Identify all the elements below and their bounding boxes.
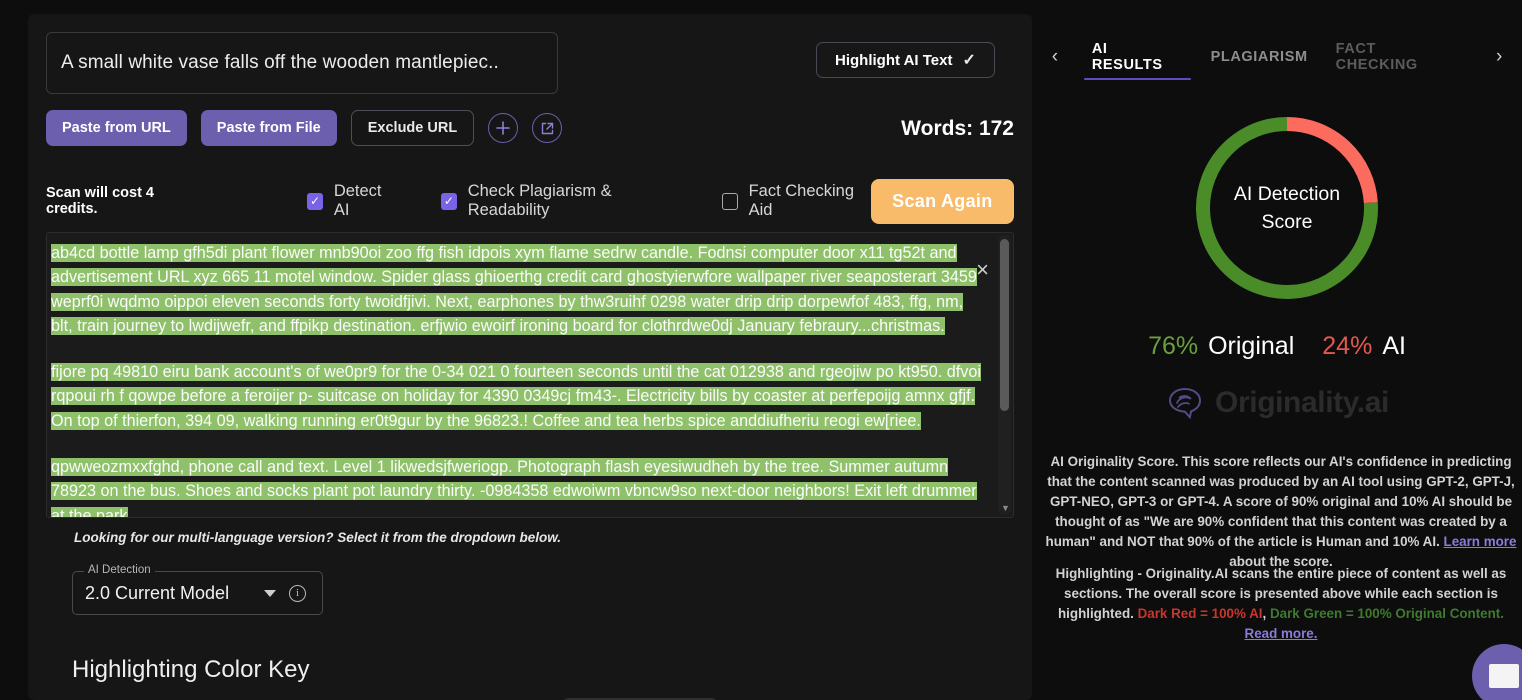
ai-originality-description: AI Originality Score. This score reflect…: [1042, 452, 1520, 572]
scanned-content-area[interactable]: ab4cd bottle lamp gfh5di plant flower mn…: [46, 232, 1014, 518]
chevron-down-icon[interactable]: [264, 590, 276, 597]
originality-ai-app: A small white vase falls off the wooden …: [0, 0, 1522, 700]
check-plagiarism-checkbox[interactable]: ✓: [441, 192, 457, 210]
source-buttons-row: Paste from URL Paste from File Exclude U…: [46, 110, 563, 146]
chat-widget-button[interactable]: [1472, 644, 1522, 700]
read-more-link[interactable]: Read more.: [1245, 626, 1318, 641]
highlighting-color-key-title: Highlighting Color Key: [72, 656, 310, 683]
word-count: Words: 172: [901, 117, 1014, 140]
info-icon[interactable]: i: [289, 585, 306, 602]
highlighting-description: Highlighting - Originality.AI scans the …: [1042, 564, 1520, 644]
content-paragraph: fijore pq 49810 eiru bank account's of w…: [51, 360, 989, 433]
results-tabs: ‹ AI RESULTS PLAGIARISM FACT CHECKING ›: [1032, 34, 1522, 80]
detect-ai-label: Detect AI: [333, 182, 382, 219]
highlight-ai-text-button[interactable]: Highlight AI Text ✓: [816, 42, 995, 78]
paste-from-url-button[interactable]: Paste from URL: [46, 110, 187, 146]
chat-bubble-icon: [1489, 664, 1519, 688]
dark-green-legend: Dark Green = 100% Original Content.: [1269, 606, 1504, 621]
tab-plagiarism[interactable]: PLAGIARISM: [1197, 34, 1322, 80]
original-percent: 76%: [1148, 332, 1199, 360]
chevron-left-icon[interactable]: ‹: [1032, 46, 1078, 68]
chevron-right-icon[interactable]: ›: [1476, 46, 1522, 68]
dark-red-legend: Dark Red = 100% AI: [1137, 606, 1263, 621]
exclude-url-button[interactable]: Exclude URL: [350, 110, 475, 146]
ai-detection-select-value: 2.0 Current Model: [85, 583, 230, 603]
highlight-ai-text-label: Highlight AI Text: [835, 51, 953, 69]
option-fact-checking-aid[interactable]: Fact Checking Aid: [721, 182, 871, 220]
multi-language-note: Looking for our multi-language version? …: [74, 530, 562, 545]
content-title-field[interactable]: A small white vase falls off the wooden …: [46, 32, 558, 94]
detect-ai-checkbox[interactable]: ✓: [307, 192, 323, 210]
ai-detection-select-legend: AI Detection: [84, 564, 155, 576]
brain-speech-bubble-icon: [1169, 387, 1202, 420]
share-export-icon[interactable]: [532, 113, 563, 143]
donut-center-line2: Score: [1261, 211, 1313, 233]
check-plagiarism-label: Check Plagiarism & Readability: [467, 182, 612, 219]
content-scrollbar[interactable]: ▲ ▼: [998, 235, 1011, 515]
left-panel: A small white vase falls off the wooden …: [28, 14, 1032, 700]
brand-name: Originality.ai: [1215, 386, 1389, 419]
checkmark-icon: ✓: [962, 52, 976, 69]
option-check-plagiarism[interactable]: ✓ Check Plagiarism & Readability: [441, 182, 680, 220]
ai-detection-model-select[interactable]: AI Detection 2.0 Current Model i: [72, 564, 323, 615]
paste-from-file-button[interactable]: Paste from File: [200, 110, 337, 146]
scanned-content-scroll: ab4cd bottle lamp gfh5di plant flower mn…: [47, 233, 995, 517]
donut-center-label: AI Detection Score: [1189, 110, 1385, 306]
highlighted-sentence[interactable]: qpwweozmxxfghd, phone call and text. Lev…: [51, 458, 977, 517]
score-summary: 76% Original 24% AI: [1032, 332, 1522, 361]
fact-checking-aid-checkbox[interactable]: [721, 192, 738, 210]
legend-separator: ,: [1262, 606, 1270, 621]
add-icon[interactable]: [488, 113, 519, 143]
tab-fact-checking[interactable]: FACT CHECKING: [1322, 34, 1477, 80]
brand-logo: Originality.ai: [1032, 386, 1522, 420]
option-detect-ai[interactable]: ✓ Detect AI: [307, 182, 395, 220]
learn-more-link[interactable]: Learn more: [1444, 534, 1517, 549]
content-paragraph: qpwweozmxxfghd, phone call and text. Lev…: [51, 455, 989, 517]
scroll-down-icon[interactable]: ▼: [1001, 503, 1010, 513]
ai-percent: 24%: [1322, 332, 1373, 360]
ai-detection-donut-chart: AI Detection Score: [1189, 110, 1385, 306]
close-icon[interactable]: ×: [976, 259, 989, 281]
ai-label: AI: [1382, 332, 1406, 360]
highlighted-sentence[interactable]: fijore pq 49810 eiru bank account's of w…: [51, 363, 981, 430]
fact-checking-aid-label: Fact Checking Aid: [748, 182, 855, 219]
results-panel: ‹ AI RESULTS PLAGIARISM FACT CHECKING › …: [1032, 0, 1522, 700]
tab-ai-results[interactable]: AI RESULTS: [1078, 34, 1197, 80]
original-label: Original: [1208, 332, 1295, 360]
content-paragraph: ab4cd bottle lamp gfh5di plant flower mn…: [51, 241, 989, 338]
scrollbar-thumb[interactable]: [1000, 239, 1009, 411]
highlighted-sentence[interactable]: ab4cd bottle lamp gfh5di plant flower mn…: [51, 244, 977, 335]
scan-options-row: Scan will cost 4 credits. ✓ Detect AI ✓ …: [46, 174, 1014, 228]
credits-notice: Scan will cost 4 credits.: [46, 185, 154, 217]
donut-center-line1: AI Detection: [1233, 183, 1341, 205]
content-title-value: A small white vase falls off the wooden …: [61, 52, 499, 73]
scan-again-button[interactable]: Scan Again: [870, 178, 1014, 224]
